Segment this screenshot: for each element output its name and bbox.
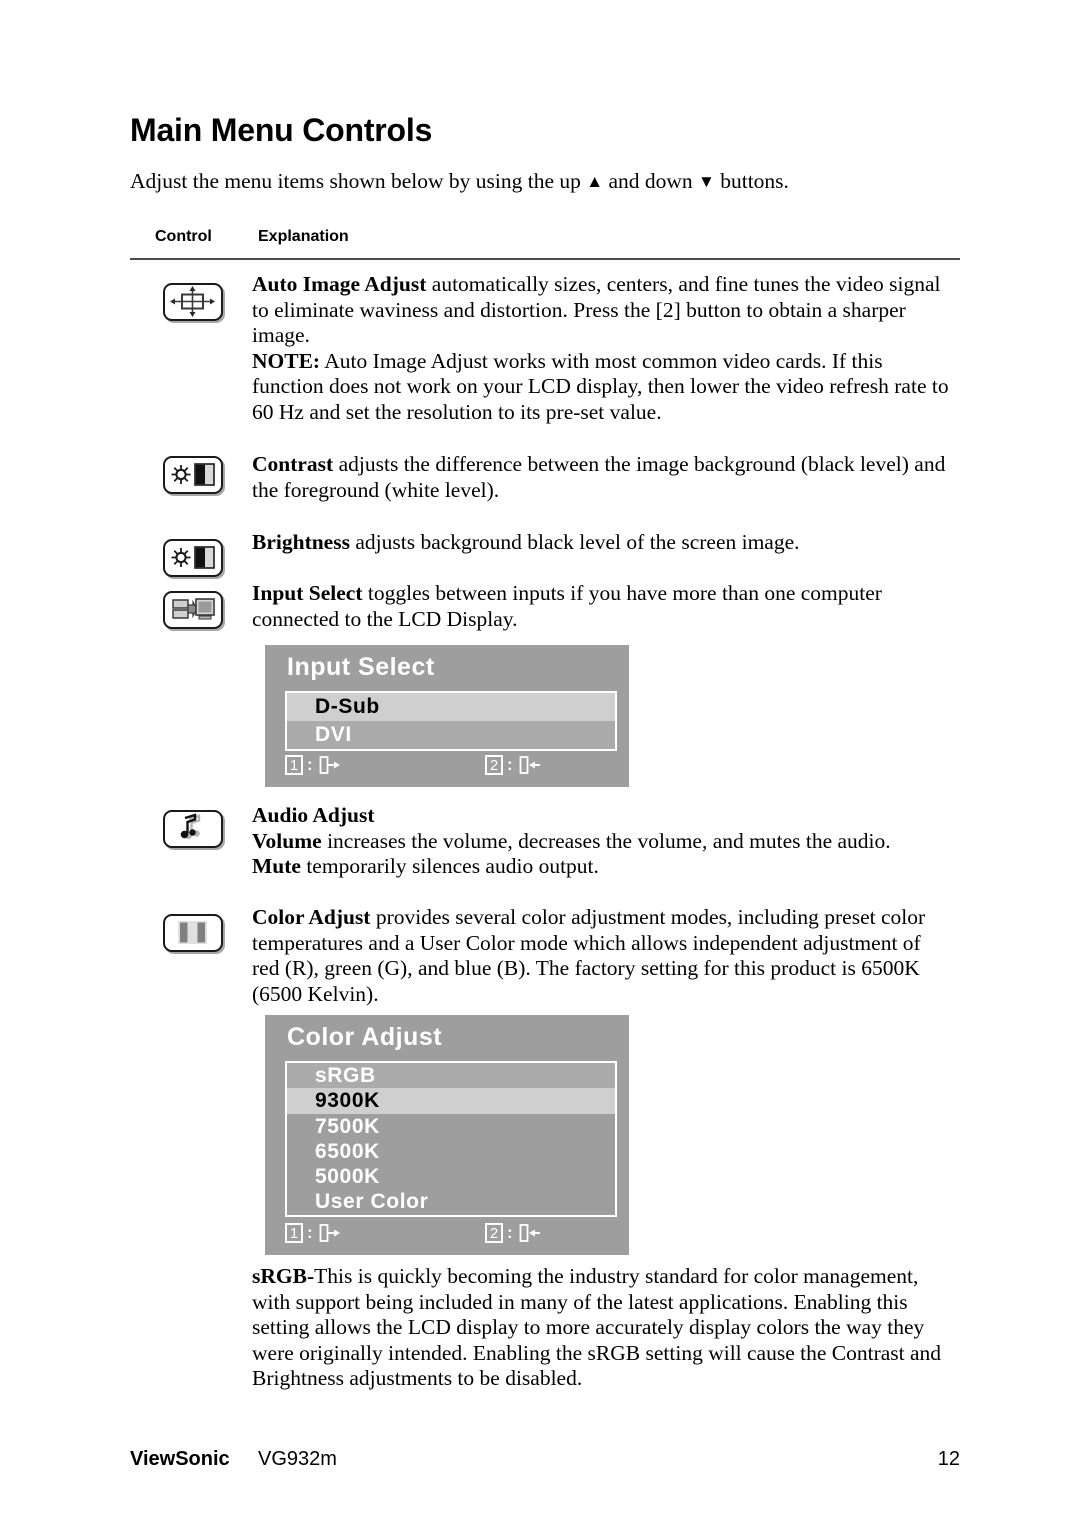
osd-key-1[interactable]: 1 : <box>285 755 341 775</box>
key-2-box: 2 <box>485 755 503 775</box>
row-contrast-text: Contrast adjusts the difference between … <box>252 452 952 503</box>
exit-arrow-icon <box>319 1224 340 1242</box>
osd-input-select-footer: 1 : 2 : <box>285 755 615 781</box>
page-footer: ViewSonic VG932m 12 <box>130 1448 960 1474</box>
contrast-icon <box>163 456 223 494</box>
page-title: Main Menu Controls <box>130 112 433 148</box>
footer-brand: ViewSonic <box>130 1448 230 1470</box>
enter-arrow-icon <box>519 756 540 774</box>
key-2-colon: : <box>507 1223 513 1242</box>
input-select-icon <box>163 591 223 629</box>
footer-model: VG932m <box>258 1448 337 1470</box>
intro-text-middle: and down <box>603 169 699 193</box>
row-auto-image-adjust-text: Auto Image Adjust automatically sizes, c… <box>252 272 952 425</box>
osd-input-select: Input Select D-Sub DVI 1 : 2 : <box>265 645 629 787</box>
osd-color-adjust: Color Adjust sRGB 9300K 7500K 6500K 5000… <box>265 1015 629 1255</box>
term-contrast: Contrast <box>252 452 334 476</box>
audio-adjust-icon <box>163 810 223 848</box>
osd-item-label: sRGB <box>315 1063 376 1087</box>
osd-color-adjust-footer: 1 : 2 : <box>285 1223 615 1249</box>
osd-item-label: 9300K <box>315 1089 380 1112</box>
osd-item-7500k[interactable]: 7500K <box>287 1114 615 1139</box>
auto-image-adjust-icon <box>163 283 223 321</box>
header-divider <box>130 258 960 260</box>
document-page: Main Menu Controls Adjust the menu items… <box>0 0 1080 1528</box>
osd-item-label: 5000K <box>315 1164 380 1188</box>
key-1-box: 1 <box>285 755 303 775</box>
osd-input-select-title: Input Select <box>287 653 435 681</box>
srgb-paragraph: sRGB-This is quickly becoming the indust… <box>252 1264 952 1392</box>
osd-item-srgb[interactable]: sRGB <box>287 1063 615 1088</box>
osd-input-select-list: D-Sub DVI <box>285 691 617 751</box>
key-1-colon: : <box>307 1223 313 1242</box>
intro-text-after: buttons. <box>714 169 789 193</box>
row-brightness-text: Brightness adjusts background black leve… <box>252 530 952 556</box>
color-adjust-icon <box>163 914 223 952</box>
body-brightness: adjusts background black level of the sc… <box>349 530 800 554</box>
term-brightness: Brightness <box>252 530 350 554</box>
body-mute: temporarily silences audio output. <box>300 854 599 878</box>
term-srgb: sRGB- <box>252 1264 315 1288</box>
enter-arrow-icon <box>519 1224 540 1242</box>
row-color-adjust-text: Color Adjust provides several color adju… <box>252 905 952 1007</box>
osd-color-adjust-title: Color Adjust <box>287 1023 443 1051</box>
down-triangle-icon: ▼ <box>698 172 715 191</box>
column-header-explanation: Explanation <box>258 228 349 245</box>
term-color-adjust: Color Adjust <box>252 905 371 929</box>
table-header: Control Explanation <box>130 228 960 252</box>
term-input-select: Input Select <box>252 581 363 605</box>
exit-arrow-icon <box>319 756 340 774</box>
up-triangle-icon: ▲ <box>586 172 604 191</box>
osd-item-label: D-Sub <box>315 695 380 718</box>
osd-item-label: 6500K <box>315 1139 380 1163</box>
footer-page-number: 12 <box>937 1448 960 1470</box>
key-1-box: 1 <box>285 1223 303 1243</box>
osd-item-dvi[interactable]: DVI <box>287 721 615 749</box>
note-label: NOTE: <box>252 348 321 373</box>
key-2-box: 2 <box>485 1223 503 1243</box>
row-input-select-text: Input Select toggles between inputs if y… <box>252 581 952 632</box>
body-contrast: adjusts the difference between the image… <box>252 452 946 502</box>
osd-color-adjust-list: sRGB 9300K 7500K 6500K 5000K User Color <box>285 1061 617 1217</box>
osd-item-6500k[interactable]: 6500K <box>287 1139 615 1164</box>
column-header-control: Control <box>155 228 212 245</box>
term-audio-adjust: Audio Adjust <box>252 803 375 827</box>
osd-item-9300k[interactable]: 9300K <box>287 1088 615 1114</box>
row-audio-adjust-text: Audio Adjust Volume increases the volume… <box>252 803 952 880</box>
intro-paragraph: Adjust the menu items shown below by usi… <box>130 168 960 195</box>
term-mute: Mute <box>252 854 301 878</box>
term-volume: Volume <box>252 828 322 853</box>
intro-text-before: Adjust the menu items shown below by usi… <box>130 169 587 193</box>
brightness-icon <box>163 539 223 577</box>
term-auto-image-adjust: Auto Image Adjust <box>252 272 427 296</box>
osd-item-5000k[interactable]: 5000K <box>287 1164 615 1189</box>
osd-item-label: DVI <box>315 723 352 746</box>
osd-item-label: User Color <box>315 1190 429 1213</box>
osd-item-label: 7500K <box>315 1114 380 1138</box>
key-2-colon: : <box>507 755 513 774</box>
osd-key-2[interactable]: 2 : <box>485 1223 541 1243</box>
osd-item-user-color[interactable]: User Color <box>287 1189 615 1215</box>
osd-key-2[interactable]: 2 : <box>485 755 541 775</box>
osd-item-d-sub[interactable]: D-Sub <box>287 693 615 721</box>
body-volume: increases the volume, decreases the volu… <box>321 828 891 853</box>
body-srgb: This is quickly becoming the industry st… <box>252 1264 942 1390</box>
note-body: Auto Image Adjust works with most common… <box>252 348 949 424</box>
key-1-colon: : <box>307 755 313 774</box>
osd-key-1[interactable]: 1 : <box>285 1223 341 1243</box>
